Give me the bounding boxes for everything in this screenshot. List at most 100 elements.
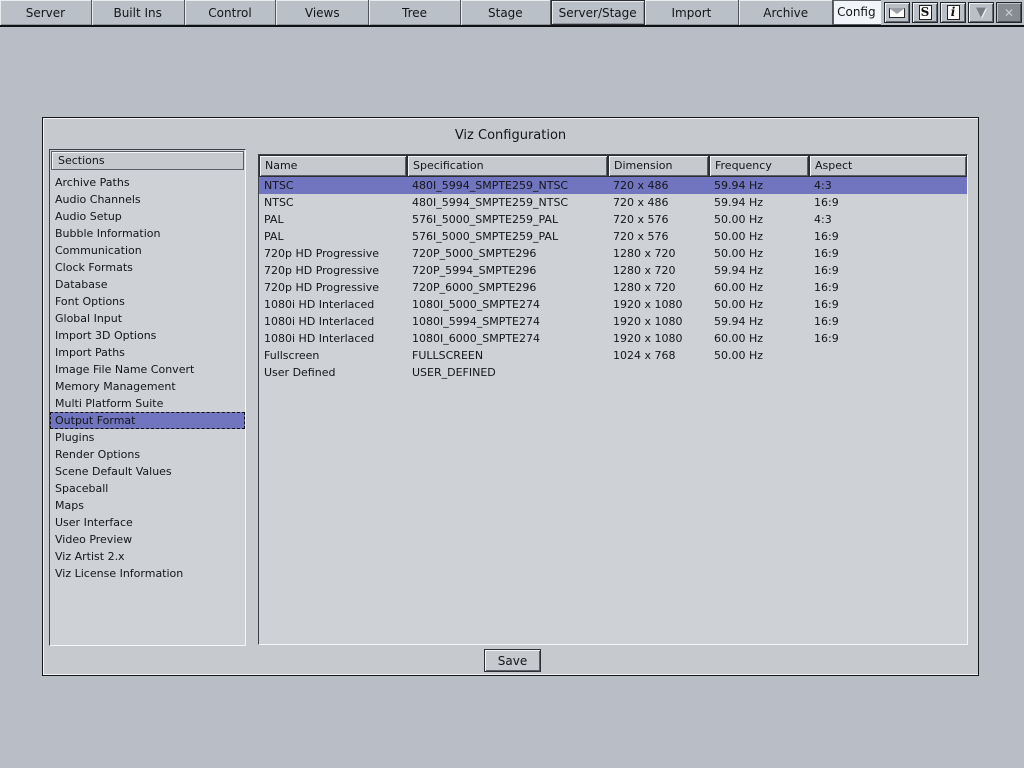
table-cell: FULLSCREEN bbox=[407, 347, 608, 364]
section-item-viz-artist-2-x[interactable]: Viz Artist 2.x bbox=[50, 548, 245, 565]
column-header-name[interactable]: Name bbox=[259, 155, 407, 177]
column-header-dimension[interactable]: Dimension bbox=[608, 155, 709, 177]
tab-config[interactable]: Config bbox=[833, 0, 881, 25]
script-icon[interactable]: S bbox=[912, 2, 938, 23]
menu-tab-import[interactable]: Import bbox=[645, 0, 740, 25]
table-row[interactable]: PAL576I_5000_SMPTE259_PAL720 x 57650.00 … bbox=[259, 228, 967, 245]
table-cell: 16:9 bbox=[809, 279, 967, 296]
table-row[interactable]: 1080i HD Interlaced1080I_5000_SMPTE27419… bbox=[259, 296, 967, 313]
table-row[interactable]: NTSC480I_5994_SMPTE259_NTSC720 x 48659.9… bbox=[259, 177, 967, 194]
column-header-frequency[interactable]: Frequency bbox=[709, 155, 809, 177]
section-item-database[interactable]: Database bbox=[50, 276, 245, 293]
table-row[interactable]: User DefinedUSER_DEFINED bbox=[259, 364, 967, 381]
section-item-import-3d-options[interactable]: Import 3D Options bbox=[50, 327, 245, 344]
table-row[interactable]: 1080i HD Interlaced1080I_5994_SMPTE27419… bbox=[259, 313, 967, 330]
table-cell: 60.00 Hz bbox=[709, 279, 809, 296]
section-item-plugins[interactable]: Plugins bbox=[50, 429, 245, 446]
section-item-archive-paths[interactable]: Archive Paths bbox=[50, 174, 245, 191]
dialog-title: Viz Configuration bbox=[43, 128, 978, 143]
table-cell: 16:9 bbox=[809, 262, 967, 279]
sections-list: Archive PathsAudio ChannelsAudio SetupBu… bbox=[50, 171, 245, 582]
mail-icon-glyph bbox=[889, 8, 905, 18]
table-body: NTSC480I_5994_SMPTE259_NTSC720 x 48659.9… bbox=[259, 177, 967, 381]
section-item-clock-formats[interactable]: Clock Formats bbox=[50, 259, 245, 276]
menu-tab-server-stage[interactable]: Server/Stage bbox=[551, 0, 645, 25]
table-row[interactable]: 720p HD Progressive720P_6000_SMPTE296128… bbox=[259, 279, 967, 296]
table-row[interactable]: 1080i HD Interlaced1080I_6000_SMPTE27419… bbox=[259, 330, 967, 347]
table-row[interactable]: FullscreenFULLSCREEN1024 x 76850.00 Hz bbox=[259, 347, 967, 364]
table-cell bbox=[608, 364, 709, 381]
table-row[interactable]: PAL576I_5000_SMPTE259_PAL720 x 57650.00 … bbox=[259, 211, 967, 228]
table-cell: 720 x 486 bbox=[608, 177, 709, 194]
table-cell: 50.00 Hz bbox=[709, 228, 809, 245]
license-icon[interactable]: i bbox=[940, 2, 966, 23]
section-item-bubble-information[interactable]: Bubble Information bbox=[50, 225, 245, 242]
section-item-maps[interactable]: Maps bbox=[50, 497, 245, 514]
table-row[interactable]: 720p HD Progressive720P_5000_SMPTE296128… bbox=[259, 245, 967, 262]
mail-icon[interactable] bbox=[884, 2, 910, 23]
menu-tab-control[interactable]: Control bbox=[185, 0, 277, 25]
section-item-spaceball[interactable]: Spaceball bbox=[50, 480, 245, 497]
sections-header: Sections bbox=[51, 151, 244, 170]
table-cell: NTSC bbox=[259, 194, 407, 211]
column-header-aspect[interactable]: Aspect bbox=[809, 155, 967, 177]
section-item-global-input[interactable]: Global Input bbox=[50, 310, 245, 327]
table-cell: 59.94 Hz bbox=[709, 177, 809, 194]
section-item-video-preview[interactable]: Video Preview bbox=[50, 531, 245, 548]
save-button[interactable]: Save bbox=[484, 649, 541, 672]
table-cell: 4:3 bbox=[809, 177, 967, 194]
table-cell: 480I_5994_SMPTE259_NTSC bbox=[407, 194, 608, 211]
table-cell: 60.00 Hz bbox=[709, 330, 809, 347]
section-item-audio-setup[interactable]: Audio Setup bbox=[50, 208, 245, 225]
menu-tab-tree[interactable]: Tree bbox=[369, 0, 461, 25]
table-cell: 1280 x 720 bbox=[608, 245, 709, 262]
table-cell: 1080i HD Interlaced bbox=[259, 330, 407, 347]
table-row[interactable]: 720p HD Progressive720P_5994_SMPTE296128… bbox=[259, 262, 967, 279]
table-cell: 1080I_5000_SMPTE274 bbox=[407, 296, 608, 313]
section-item-output-format[interactable]: Output Format bbox=[50, 412, 245, 429]
table-cell: 50.00 Hz bbox=[709, 245, 809, 262]
table-cell: 59.94 Hz bbox=[709, 194, 809, 211]
table-cell: 1920 x 1080 bbox=[608, 330, 709, 347]
section-item-import-paths[interactable]: Import Paths bbox=[50, 344, 245, 361]
column-header-specification[interactable]: Specification bbox=[407, 155, 608, 177]
section-item-viz-license-information[interactable]: Viz License Information bbox=[50, 565, 245, 582]
table-cell: 1080I_5994_SMPTE274 bbox=[407, 313, 608, 330]
table-cell: User Defined bbox=[259, 364, 407, 381]
table-row[interactable]: NTSC480I_5994_SMPTE259_NTSC720 x 48659.9… bbox=[259, 194, 967, 211]
table-cell bbox=[809, 347, 967, 364]
minimize-icon[interactable]: ▼ bbox=[968, 2, 994, 23]
section-item-audio-channels[interactable]: Audio Channels bbox=[50, 191, 245, 208]
table-cell: 576I_5000_SMPTE259_PAL bbox=[407, 228, 608, 245]
menu-tab-views[interactable]: Views bbox=[276, 0, 369, 25]
top-menu-bar: ServerBuilt InsControlViewsTreeStageServ… bbox=[0, 0, 1024, 27]
menu-tab-server[interactable]: Server bbox=[0, 0, 92, 25]
table-cell: USER_DEFINED bbox=[407, 364, 608, 381]
table-cell: 720p HD Progressive bbox=[259, 279, 407, 296]
table-cell: 720p HD Progressive bbox=[259, 262, 407, 279]
section-item-render-options[interactable]: Render Options bbox=[50, 446, 245, 463]
table-cell: 1080I_6000_SMPTE274 bbox=[407, 330, 608, 347]
table-cell: 16:9 bbox=[809, 313, 967, 330]
output-format-table: NameSpecificationDimensionFrequencyAspec… bbox=[258, 154, 968, 645]
table-cell: 720p HD Progressive bbox=[259, 245, 407, 262]
menu-tab-archive[interactable]: Archive bbox=[739, 0, 833, 25]
table-cell: 720P_6000_SMPTE296 bbox=[407, 279, 608, 296]
section-item-multi-platform-suite[interactable]: Multi Platform Suite bbox=[50, 395, 245, 412]
close-icon[interactable]: ✕ bbox=[996, 2, 1022, 23]
menu-tab-stage[interactable]: Stage bbox=[461, 0, 551, 25]
section-item-image-file-name-convert[interactable]: Image File Name Convert bbox=[50, 361, 245, 378]
section-item-user-interface[interactable]: User Interface bbox=[50, 514, 245, 531]
section-item-memory-management[interactable]: Memory Management bbox=[50, 378, 245, 395]
section-item-scene-default-values[interactable]: Scene Default Values bbox=[50, 463, 245, 480]
section-item-font-options[interactable]: Font Options bbox=[50, 293, 245, 310]
menu-tab-built-ins[interactable]: Built Ins bbox=[92, 0, 185, 25]
table-cell: 1080i HD Interlaced bbox=[259, 296, 407, 313]
table-cell: 1280 x 720 bbox=[608, 279, 709, 296]
table-cell: 720 x 576 bbox=[608, 211, 709, 228]
table-cell: 16:9 bbox=[809, 330, 967, 347]
table-cell: 1280 x 720 bbox=[608, 262, 709, 279]
table-cell: 576I_5000_SMPTE259_PAL bbox=[407, 211, 608, 228]
table-cell: 16:9 bbox=[809, 228, 967, 245]
section-item-communication[interactable]: Communication bbox=[50, 242, 245, 259]
